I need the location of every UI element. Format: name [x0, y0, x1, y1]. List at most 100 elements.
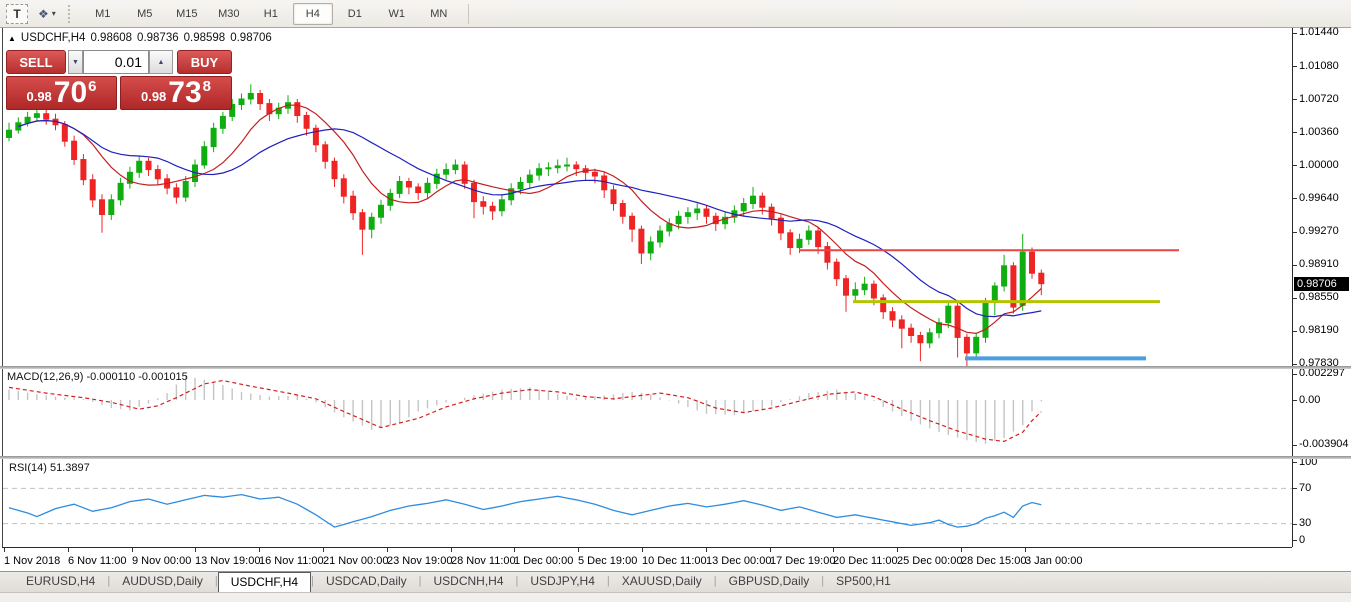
time-axis-label: 28 Nov 11:00	[451, 555, 516, 567]
candle	[992, 286, 997, 303]
candle	[174, 188, 179, 197]
price-axis-label: 0.99270	[1299, 225, 1339, 237]
candle	[630, 216, 635, 229]
ohlc-open: 0.98608	[90, 32, 132, 44]
candle	[453, 165, 458, 170]
chart-tab-bar: EURUSD,H4|AUDUSD,Daily|USDCHF,H4|USDCAD,…	[0, 571, 1351, 592]
time-axis-label: 25 Dec 00:00	[897, 555, 962, 567]
candle	[499, 200, 504, 211]
time-axis-label: 13 Dec 00:00	[706, 555, 771, 567]
time-axis-label: 5 Dec 19:00	[578, 555, 637, 567]
candle	[741, 204, 746, 211]
candle	[974, 337, 979, 353]
candle	[881, 298, 886, 312]
rsi-axis-label: 30	[1299, 517, 1311, 529]
buy-button[interactable]: BUY	[177, 50, 232, 74]
candle	[7, 130, 12, 137]
collapse-triangle-icon[interactable]: ▲	[8, 34, 16, 43]
timeframe-button-M5[interactable]: M5	[125, 3, 165, 25]
candle	[909, 328, 914, 335]
chart-tab-EURUSD-H4[interactable]: EURUSD,H4	[14, 572, 107, 592]
timeframe-button-W1[interactable]: W1	[377, 3, 417, 25]
time-axis-label: 1 Dec 00:00	[514, 555, 573, 567]
symbol-title: USDCHF,H4	[21, 32, 86, 44]
chart-tab-GBPUSD-Daily[interactable]: GBPUSD,Daily	[717, 572, 822, 592]
candle	[323, 145, 328, 162]
ohlc-high: 0.98736	[137, 32, 179, 44]
crosshair-tool-icon: ❖	[38, 7, 49, 21]
chart-ohlc-header: ▲ USDCHF,H4 0.98608 0.98736 0.98598 0.98…	[8, 32, 272, 44]
timeframe-button-MN[interactable]: MN	[419, 3, 459, 25]
candle	[220, 116, 225, 128]
chart-tab-USDCHF-H4[interactable]: USDCHF,H4	[218, 572, 311, 592]
price-axis-label: 1.00720	[1299, 93, 1339, 105]
time-axis-label: 10 Dec 11:00	[642, 555, 707, 567]
candle	[332, 161, 337, 178]
candle	[695, 209, 700, 213]
price-axis-label: 1.00360	[1299, 126, 1339, 138]
time-axis-label: 3 Jan 00:00	[1025, 555, 1083, 567]
lot-size-input[interactable]: 0.01	[83, 50, 149, 74]
candle	[258, 94, 263, 104]
candle	[946, 306, 951, 323]
candle	[546, 168, 551, 169]
macd-axis-label: 0.00	[1299, 394, 1320, 406]
candle	[751, 196, 756, 203]
candle	[146, 161, 151, 169]
panel-splitter[interactable]	[0, 366, 1351, 369]
buy-price-pip: 8	[203, 78, 211, 95]
timeframe-button-M15[interactable]: M15	[167, 3, 207, 25]
timeframe-bar: M1M5M15M30H1H4D1W1MN	[82, 3, 460, 25]
chart-tab-USDJPY-H4[interactable]: USDJPY,H4	[518, 572, 606, 592]
macd-panel-canvas[interactable]	[3, 369, 1293, 456]
timeframe-button-H4[interactable]: H4	[293, 3, 333, 25]
sell-quote-box[interactable]: 0.98 70 6	[6, 76, 117, 110]
rsi-axis-label: 0	[1299, 534, 1305, 546]
sell-button[interactable]: SELL	[6, 50, 66, 74]
candle	[704, 209, 709, 216]
candle	[871, 284, 876, 298]
candle	[574, 165, 579, 169]
candle	[62, 125, 67, 142]
candle	[862, 284, 867, 290]
candle	[25, 117, 30, 123]
chart-tab-SP500-H1[interactable]: SP500,H1	[824, 572, 903, 592]
chart-tab-XAUUSD-Daily[interactable]: XAUUSD,Daily	[610, 572, 714, 592]
timeframe-button-M30[interactable]: M30	[209, 3, 249, 25]
candle	[444, 170, 449, 175]
candle	[639, 229, 644, 253]
candle	[983, 303, 988, 338]
candle	[481, 202, 486, 207]
text-label-tool-icon[interactable]: T	[6, 4, 28, 24]
panel-splitter[interactable]	[0, 456, 1351, 459]
lot-increase-button[interactable]: ▲	[149, 50, 173, 74]
chart-tab-USDCAD-Daily[interactable]: USDCAD,Daily	[314, 572, 419, 592]
candle	[34, 114, 39, 118]
candle	[397, 182, 402, 194]
dropdown-caret-icon[interactable]: ▾	[52, 9, 56, 18]
one-click-trade-panel: SELL ▼ 0.01 ▲ BUY 0.98 70 6 0.98 73 8	[6, 50, 232, 110]
rsi-panel-canvas[interactable]	[3, 459, 1293, 547]
candle	[202, 147, 207, 165]
chart-tab-AUDUSD-Daily[interactable]: AUDUSD,Daily	[110, 572, 215, 592]
chart-tab-USDCNH-H4[interactable]: USDCNH,H4	[422, 572, 516, 592]
candle	[118, 183, 123, 200]
candle	[806, 231, 811, 239]
timeframe-button-H1[interactable]: H1	[251, 3, 291, 25]
ohlc-low: 0.98598	[184, 32, 226, 44]
candle	[425, 183, 430, 192]
candle	[853, 290, 858, 296]
candle	[555, 166, 560, 168]
toolbar-gripper[interactable]	[68, 5, 74, 23]
candle	[248, 94, 253, 100]
timeframe-button-M1[interactable]: M1	[83, 3, 123, 25]
price-axis-label: 0.98550	[1299, 291, 1339, 303]
timeframe-button-D1[interactable]: D1	[335, 3, 375, 25]
lot-decrease-button[interactable]: ▼	[68, 50, 83, 74]
cursor-tool-button[interactable]: ❖ ▾	[38, 7, 56, 21]
macd-signal-line	[9, 381, 1041, 442]
rsi-line	[9, 495, 1041, 527]
status-bar	[0, 592, 1351, 602]
buy-quote-box[interactable]: 0.98 73 8	[120, 76, 232, 110]
time-axis-label: 17 Dec 19:00	[770, 555, 835, 567]
